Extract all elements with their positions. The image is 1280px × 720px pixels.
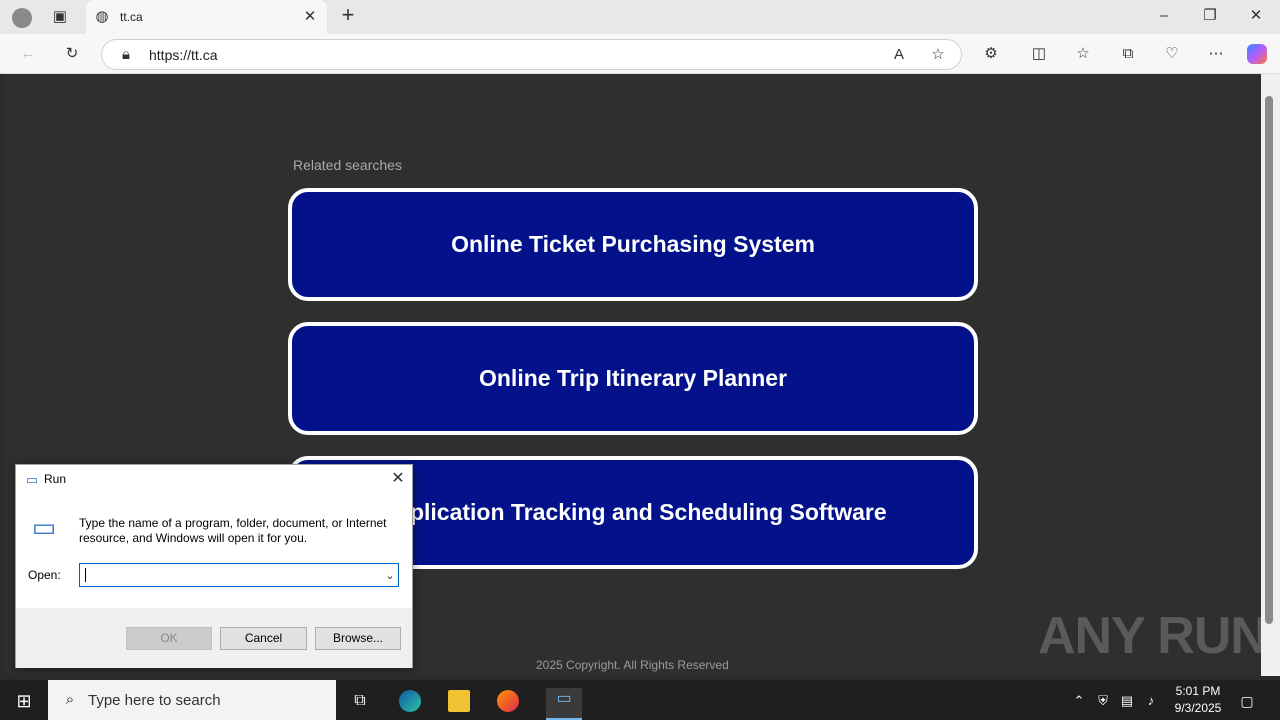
chevron-up-icon[interactable]: ⌃: [1068, 690, 1090, 712]
search-button-ticket[interactable]: Online Ticket Purchasing System: [288, 188, 978, 301]
task-view-icon[interactable]: ⧉: [349, 690, 371, 712]
address-field[interactable]: 🔒︎ https://tt.ca A ☆: [101, 39, 962, 70]
clock-time: 5:01 PM: [1175, 684, 1221, 698]
taskbar-search-box[interactable]: ⌕ Type here to search: [48, 680, 336, 720]
open-label: Open:: [28, 568, 61, 582]
favorites-icon[interactable]: ☆: [1073, 46, 1093, 62]
volume-icon[interactable]: ♪: [1140, 690, 1162, 712]
open-input[interactable]: ⌄: [79, 563, 399, 587]
split-screen-icon[interactable]: ◫: [1029, 46, 1049, 62]
close-tab-icon[interactable]: ✕: [300, 9, 320, 25]
browser-tab-bar: ▣ ◍ tt.ca ✕ + – ❐ ✕: [0, 0, 1280, 34]
favorite-star-icon[interactable]: ☆: [928, 47, 948, 63]
collections-icon[interactable]: ⧉: [1118, 46, 1138, 62]
url-text: https://tt.ca: [149, 47, 218, 63]
address-bar-row: ← ↻ 🔒︎ https://tt.ca A ☆ ⚙ ◫ ☆ ⧉ ♡ ⋯: [0, 34, 1280, 74]
cancel-button[interactable]: Cancel: [220, 627, 307, 650]
run-taskbar-icon[interactable]: ▭: [546, 688, 582, 720]
globe-icon: ◍: [95, 8, 109, 25]
more-menu-icon[interactable]: ⋯: [1206, 46, 1226, 62]
firefox-icon[interactable]: [497, 690, 519, 712]
network-icon[interactable]: ▤: [1116, 690, 1138, 712]
close-window-icon[interactable]: ✕: [1246, 8, 1266, 24]
copyright-text: 2025 Copyright. All Rights Reserved: [536, 658, 729, 672]
clock-date: 9/3/2025: [1174, 701, 1222, 715]
defender-icon[interactable]: ⛨: [1092, 690, 1114, 712]
tab-title: tt.ca: [120, 10, 143, 24]
search-icon: ⌕: [65, 691, 75, 708]
dialog-footer: OK Cancel Browse...: [16, 608, 412, 668]
browser-tab[interactable]: ◍ tt.ca ✕: [86, 0, 327, 34]
run-dialog-message: Type the name of a program, folder, docu…: [79, 516, 387, 545]
ok-button[interactable]: OK: [126, 627, 212, 650]
browser-essentials-icon[interactable]: ♡: [1162, 46, 1182, 62]
vertical-scrollbar[interactable]: [1261, 74, 1280, 676]
restore-icon[interactable]: ❐: [1200, 8, 1220, 24]
run-dialog-title: Run: [44, 472, 67, 486]
back-icon[interactable]: ←: [18, 46, 38, 62]
taskbar-search-placeholder: Type here to search: [88, 692, 221, 709]
minimize-icon[interactable]: –: [1154, 8, 1174, 24]
read-aloud-icon[interactable]: A: [889, 47, 909, 63]
browse-button[interactable]: Browse...: [315, 627, 401, 650]
lock-icon: 🔒︎: [122, 46, 130, 63]
related-searches-label: Related searches: [293, 157, 402, 173]
notification-icon[interactable]: ▢: [1236, 690, 1258, 712]
tab-actions-icon[interactable]: ▣: [50, 9, 70, 25]
chevron-down-icon[interactable]: ⌄: [380, 568, 400, 584]
run-large-icon: ▭: [31, 512, 57, 542]
search-button-trip[interactable]: Online Trip Itinerary Planner: [288, 322, 978, 435]
scrollbar-thumb[interactable]: [1265, 96, 1273, 624]
extensions-icon[interactable]: ⚙: [981, 46, 1001, 62]
new-tab-icon[interactable]: +: [338, 4, 358, 26]
run-dialog: ▭ Run ✕ ▭ Type the name of a program, fo…: [15, 464, 413, 668]
taskbar: ⊞ ⌕ Type here to search ⧉ ▭ ⌃ ⛨ ▤ ♪ 5:01…: [0, 680, 1280, 720]
copilot-icon[interactable]: [1247, 44, 1267, 64]
open-input-value: [85, 568, 86, 582]
run-app-icon: ▭: [25, 472, 39, 487]
dialog-close-icon[interactable]: ✕: [388, 471, 408, 487]
anyrun-watermark: ANY RUN: [1038, 607, 1268, 665]
refresh-icon[interactable]: ↻: [62, 46, 82, 62]
windows-start-icon[interactable]: ⊞: [13, 690, 35, 712]
edge-icon[interactable]: [399, 690, 421, 712]
profile-icon[interactable]: [12, 8, 32, 28]
taskbar-clock[interactable]: 5:01 PM 9/3/2025: [1160, 683, 1236, 717]
file-explorer-icon[interactable]: [448, 690, 470, 712]
